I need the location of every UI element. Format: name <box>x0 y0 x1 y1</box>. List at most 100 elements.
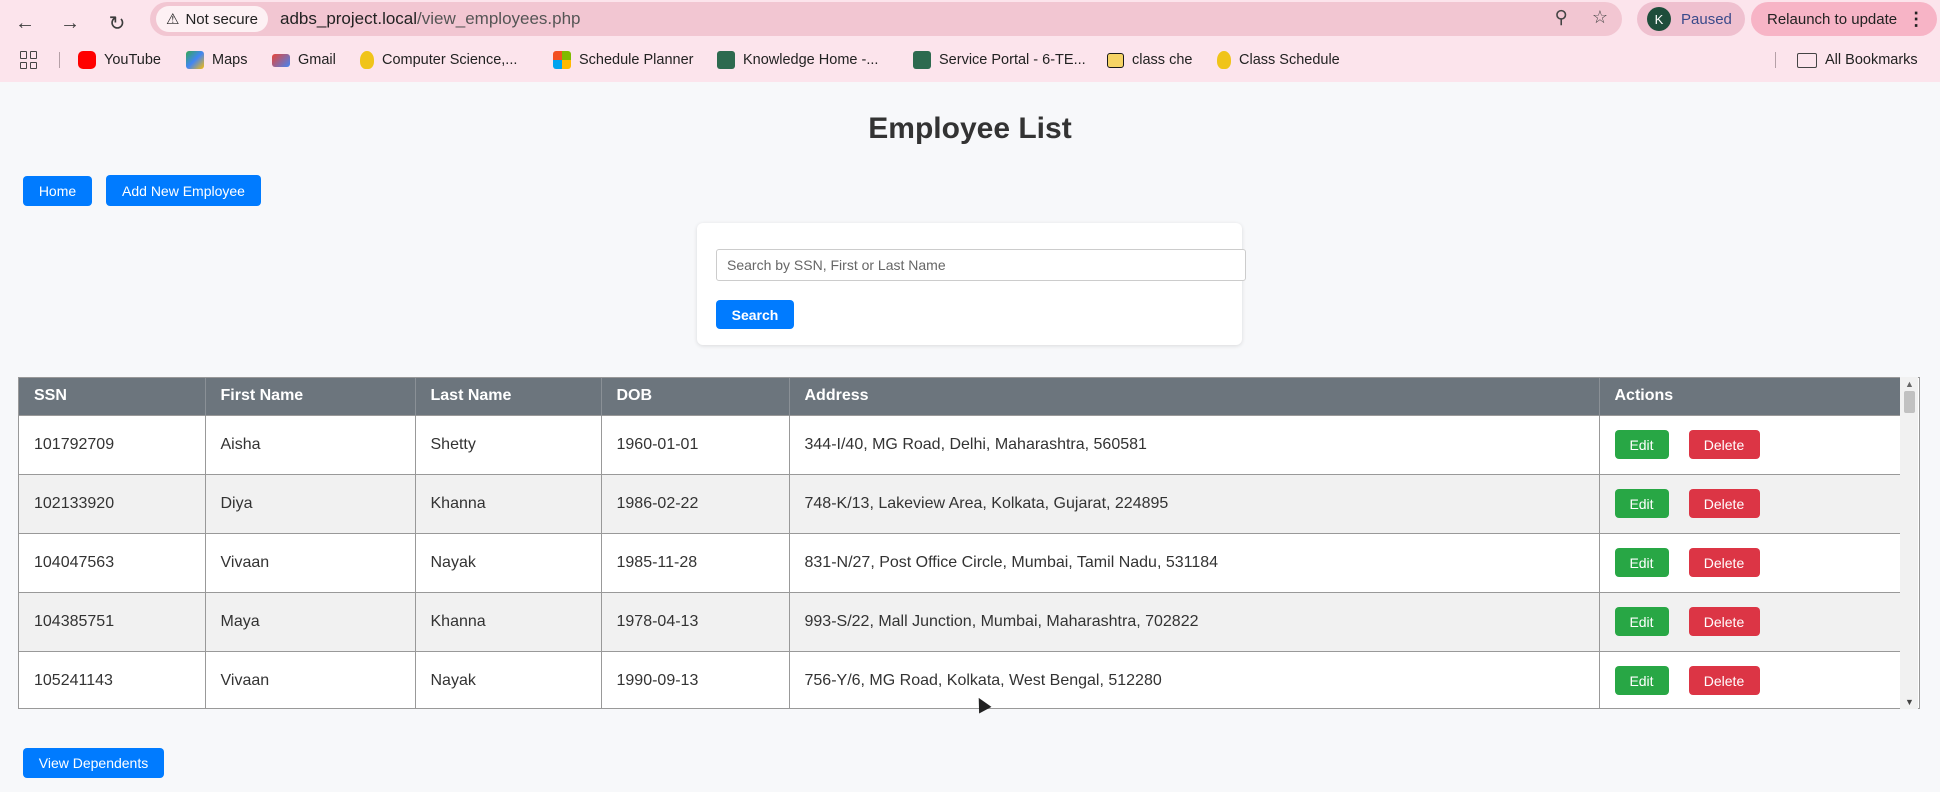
cell-actions: Edit Delete <box>1599 591 1901 651</box>
warning-icon: ⚠ <box>166 11 180 28</box>
home-button[interactable]: Home <box>23 176 92 206</box>
cell-address: 756-Y/6, MG Road, Kolkata, West Bengal, … <box>789 650 1600 708</box>
delete-button[interactable]: Delete <box>1688 666 1760 696</box>
edit-button[interactable]: Edit <box>1614 666 1669 696</box>
column-header-address: Address <box>789 378 1600 415</box>
servicenow-icon <box>717 51 735 69</box>
column-header-actions: Actions <box>1599 378 1901 415</box>
cell-actions: Edit Delete <box>1599 650 1901 708</box>
bookmark-label: Class Schedule <box>1239 52 1340 68</box>
university-icon <box>1217 51 1231 69</box>
bookmark-label: Computer Science,... <box>382 52 518 68</box>
edit-button[interactable]: Edit <box>1614 489 1669 518</box>
cell-ssn: 104385751 <box>19 591 206 651</box>
delete-button[interactable]: Delete <box>1688 548 1760 577</box>
table-row: 101792709 Aisha Shetty 1960-01-01 344-I/… <box>19 414 1901 474</box>
maps-icon <box>186 51 204 69</box>
bookmark-maps[interactable]: Maps <box>186 48 247 72</box>
cell-address: 993-S/22, Mall Junction, Mumbai, Maharas… <box>789 591 1600 651</box>
view-dependents-button[interactable]: View Dependents <box>23 748 164 778</box>
zoom-icon[interactable]: ⚲ <box>1555 7 1568 28</box>
edit-button[interactable]: Edit <box>1614 430 1669 459</box>
not-secure-label: Not secure <box>185 10 258 28</box>
scrollbar-thumb[interactable] <box>1904 391 1915 413</box>
youtube-icon <box>78 51 96 69</box>
address-bar[interactable]: ⚠ Not secure adbs_project.local/view_emp… <box>150 2 1622 36</box>
delete-button[interactable]: Delete <box>1688 489 1760 518</box>
url-host: adbs_project.local <box>280 9 418 28</box>
employee-table-container[interactable]: SSN First Name Last Name DOB Address Act… <box>18 377 1920 709</box>
table-scrollbar[interactable]: ▲ ▼ <box>1900 377 1918 709</box>
back-arrow-icon[interactable]: ← <box>8 6 42 40</box>
column-header-first-name: First Name <box>205 378 416 415</box>
cell-ssn: 105241143 <box>19 650 206 708</box>
bookmark-label: Schedule Planner <box>579 52 694 68</box>
url-path: /view_employees.php <box>417 9 581 28</box>
cell-last-name: Khanna <box>415 591 602 651</box>
employee-table: SSN First Name Last Name DOB Address Act… <box>19 378 1901 708</box>
edit-button[interactable]: Edit <box>1614 607 1669 636</box>
cell-address: 748-K/13, Lakeview Area, Kolkata, Gujara… <box>789 473 1600 533</box>
not-secure-chip[interactable]: ⚠ Not secure <box>156 6 268 32</box>
table-row: 105241143 Vivaan Nayak 1990-09-13 756-Y/… <box>19 650 1901 708</box>
cell-first-name: Diya <box>205 473 416 533</box>
avatar: K <box>1647 7 1671 31</box>
cell-dob: 1960-01-01 <box>601 414 790 474</box>
bookmark-label: Service Portal - 6-TE... <box>939 52 1086 68</box>
bookmark-schedule-planner[interactable]: Schedule Planner <box>553 48 693 72</box>
add-new-employee-button[interactable]: Add New Employee <box>106 175 261 206</box>
cell-dob: 1986-02-22 <box>601 473 790 533</box>
university-icon <box>360 51 374 69</box>
table-row: 102133920 Diya Khanna 1986-02-22 748-K/1… <box>19 473 1901 533</box>
relaunch-button[interactable]: Relaunch to update ⋮ <box>1751 2 1937 36</box>
edit-button[interactable]: Edit <box>1614 548 1669 577</box>
scroll-up-icon[interactable]: ▲ <box>1905 379 1914 389</box>
bookmark-label: class che <box>1132 52 1193 68</box>
bookmarks-divider <box>1775 52 1776 68</box>
scroll-down-icon[interactable]: ▼ <box>1905 697 1914 707</box>
cell-actions: Edit Delete <box>1599 414 1901 474</box>
bookmark-service-portal[interactable]: Service Portal - 6-TE... <box>913 48 1086 72</box>
cell-first-name: Aisha <box>205 414 416 474</box>
page-title: Employee List <box>868 112 1072 145</box>
bookmark-star-icon[interactable]: ☆ <box>1592 7 1608 28</box>
cell-address: 344-I/40, MG Road, Delhi, Maharashtra, 5… <box>789 414 1600 474</box>
menu-dots-icon[interactable]: ⋮ <box>1907 9 1925 30</box>
profile-status: Paused <box>1681 10 1732 28</box>
gmail-icon <box>272 53 290 67</box>
delete-button[interactable]: Delete <box>1688 430 1760 459</box>
cell-first-name: Vivaan <box>205 650 416 708</box>
search-input[interactable] <box>716 249 1246 281</box>
reload-icon[interactable]: ↻ <box>100 6 134 40</box>
cell-address: 831-N/27, Post Office Circle, Mumbai, Ta… <box>789 532 1600 592</box>
profile-button[interactable]: K Paused <box>1637 2 1745 36</box>
bookmark-label: Maps <box>212 52 248 68</box>
windows-icon <box>553 51 571 69</box>
bookmark-youtube[interactable]: YouTube <box>78 48 161 72</box>
cell-last-name: Shetty <box>415 414 602 474</box>
servicenow-icon <box>913 51 931 69</box>
forward-arrow-icon[interactable]: → <box>53 6 87 40</box>
bookmark-label: YouTube <box>104 52 161 68</box>
apps-grid-icon[interactable] <box>20 51 38 69</box>
url-text[interactable]: adbs_project.local/view_employees.php <box>280 9 581 29</box>
folder-icon <box>1797 52 1817 68</box>
cell-ssn: 102133920 <box>19 473 206 533</box>
delete-button[interactable]: Delete <box>1688 607 1760 636</box>
cell-last-name: Khanna <box>415 473 602 533</box>
search-button[interactable]: Search <box>716 300 794 329</box>
bookmarks-bar: YouTube Maps Gmail Computer Science,... … <box>0 48 1940 72</box>
browser-chrome: ← → ↻ ⚠ Not secure adbs_project.local/vi… <box>0 0 1940 82</box>
all-bookmarks[interactable]: All Bookmarks <box>1797 48 1918 72</box>
bookmark-knowledge-home[interactable]: Knowledge Home -... <box>717 48 878 72</box>
bookmark-computer-science[interactable]: Computer Science,... <box>360 48 517 72</box>
bookmarks-divider <box>59 52 60 68</box>
all-bookmarks-label: All Bookmarks <box>1825 52 1918 68</box>
cell-first-name: Vivaan <box>205 532 416 592</box>
bookmark-gmail[interactable]: Gmail <box>272 48 336 72</box>
bookmark-class-schedule[interactable]: Class Schedule <box>1217 48 1340 72</box>
bookmark-class-che[interactable]: class che <box>1107 48 1192 72</box>
cell-dob: 1990-09-13 <box>601 650 790 708</box>
table-row: 104385751 Maya Khanna 1978-04-13 993-S/2… <box>19 591 1901 651</box>
cell-dob: 1985-11-28 <box>601 532 790 592</box>
